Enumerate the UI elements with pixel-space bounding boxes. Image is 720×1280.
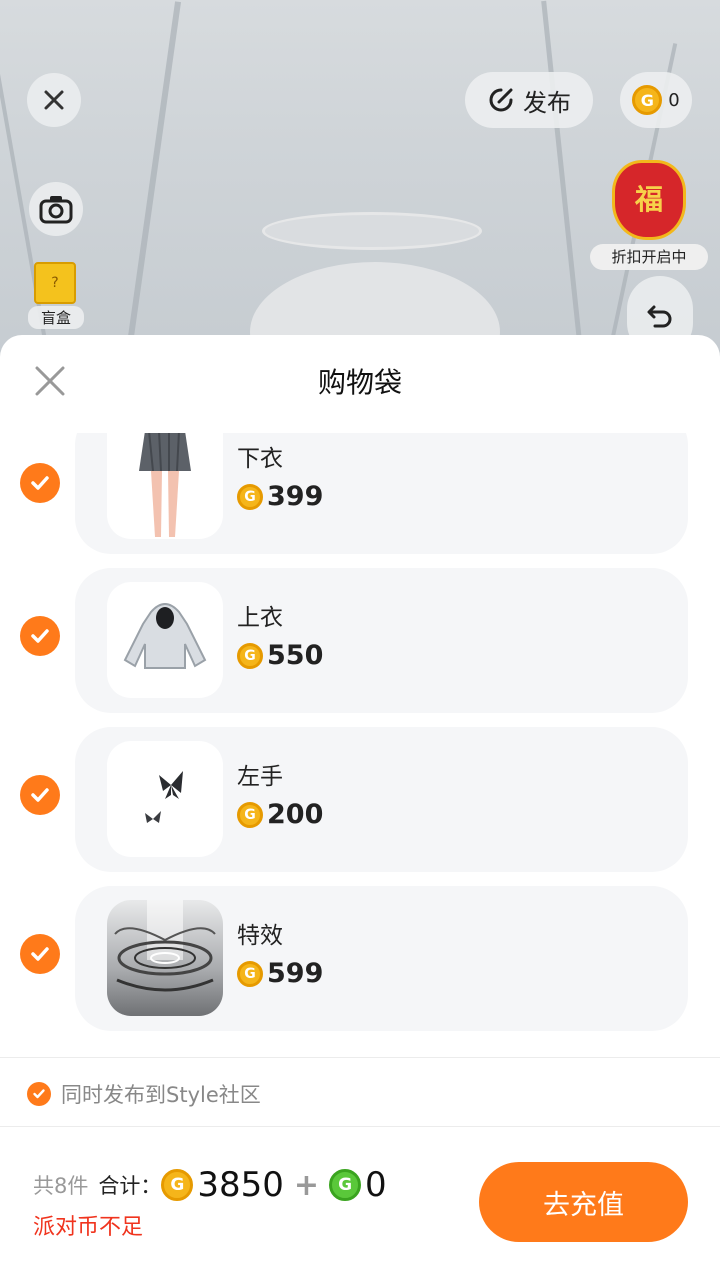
- publish-option-label: 同时发布到Style社区: [61, 1083, 261, 1107]
- fortune-pot-icon: 福: [612, 160, 686, 240]
- item-price: G 399: [237, 481, 323, 512]
- gold-coin-icon: G: [237, 483, 263, 510]
- insufficient-funds-warning: 派对币不足: [33, 1215, 144, 1240]
- promo-label: 折扣开启中: [590, 244, 708, 270]
- shopping-bag-sheet: 购物袋 下衣 G 399 上衣 G 550 左手 G 200 特效 G 599 …: [0, 335, 720, 1280]
- butterfly-thumbnail: [107, 741, 223, 857]
- discount-promo[interactable]: 福 折扣开启中: [590, 150, 710, 270]
- item-price: G 200: [237, 799, 323, 830]
- gold-total: 3850: [197, 1165, 284, 1205]
- list-item: 上衣 G 550: [0, 568, 720, 713]
- order-summary: 共8件 合计： G 3850 + G 0 派对币不足: [33, 1165, 387, 1241]
- gold-coin-icon: G: [237, 801, 263, 828]
- publish-checkbox[interactable]: [27, 1082, 51, 1106]
- item-name: 上衣: [237, 605, 283, 631]
- publish-button[interactable]: 发布: [465, 72, 593, 128]
- item-price-value: 399: [267, 481, 324, 512]
- item-name: 下衣: [237, 446, 283, 472]
- item-checkbox[interactable]: [20, 463, 60, 503]
- sheet-title: 购物袋: [317, 366, 402, 399]
- undo-icon: [647, 305, 672, 328]
- item-price: G 599: [237, 958, 323, 989]
- effect-thumbnail: [107, 900, 223, 1016]
- check-icon: [31, 947, 49, 961]
- item-price-value: 550: [267, 640, 324, 671]
- camera-icon: [39, 196, 73, 224]
- hoodie-thumbnail: [107, 582, 223, 698]
- divider: [0, 1057, 720, 1058]
- publish-to-community-option[interactable]: 同时发布到Style社区: [27, 1079, 261, 1109]
- recharge-button[interactable]: 去充值: [479, 1162, 688, 1242]
- item-price-value: 599: [267, 958, 324, 989]
- skirt-thumbnail: [107, 433, 223, 539]
- gold-coin-icon: G: [161, 1169, 194, 1201]
- publish-icon: [489, 88, 513, 112]
- coin-balance[interactable]: G 0: [620, 72, 692, 128]
- divider: [0, 1126, 720, 1127]
- check-icon: [31, 476, 49, 490]
- blindbox-button[interactable]: ? 盲盒: [28, 262, 84, 332]
- list-item: 下衣 G 399: [0, 433, 720, 554]
- green-coin-icon: G: [329, 1169, 362, 1201]
- list-item: 特效 G 599: [0, 886, 720, 1031]
- gold-coin-icon: G: [237, 642, 263, 669]
- total-label: 合计：: [98, 1174, 162, 1198]
- pedestal: [262, 212, 482, 250]
- gold-coin-icon: G: [237, 960, 263, 987]
- check-icon: [31, 629, 49, 643]
- check-icon: [31, 788, 49, 802]
- publish-label: 发布: [523, 88, 571, 117]
- gold-coin-icon: G: [632, 85, 663, 115]
- coin-balance-value: 0: [668, 89, 680, 111]
- item-count: 共8件: [33, 1174, 89, 1198]
- item-name: 特效: [237, 923, 283, 949]
- item-checkbox[interactable]: [20, 616, 60, 656]
- item-checkbox[interactable]: [20, 934, 60, 974]
- plus-sign: +: [293, 1167, 320, 1203]
- item-checkbox[interactable]: [20, 775, 60, 815]
- item-list[interactable]: 下衣 G 399 上衣 G 550 左手 G 200 特效 G 599: [0, 433, 720, 1053]
- blindbox-icon: ?: [34, 262, 76, 304]
- item-name: 左手: [237, 764, 283, 790]
- item-price: G 550: [237, 640, 323, 671]
- close-scene-button[interactable]: [27, 73, 81, 127]
- list-item: 左手 G 200: [0, 727, 720, 872]
- green-total: 0: [365, 1165, 387, 1205]
- item-price-value: 200: [267, 799, 324, 830]
- blindbox-label: 盲盒: [28, 306, 84, 329]
- check-icon: [33, 1089, 45, 1099]
- camera-button[interactable]: [29, 182, 83, 236]
- close-icon: [44, 90, 64, 110]
